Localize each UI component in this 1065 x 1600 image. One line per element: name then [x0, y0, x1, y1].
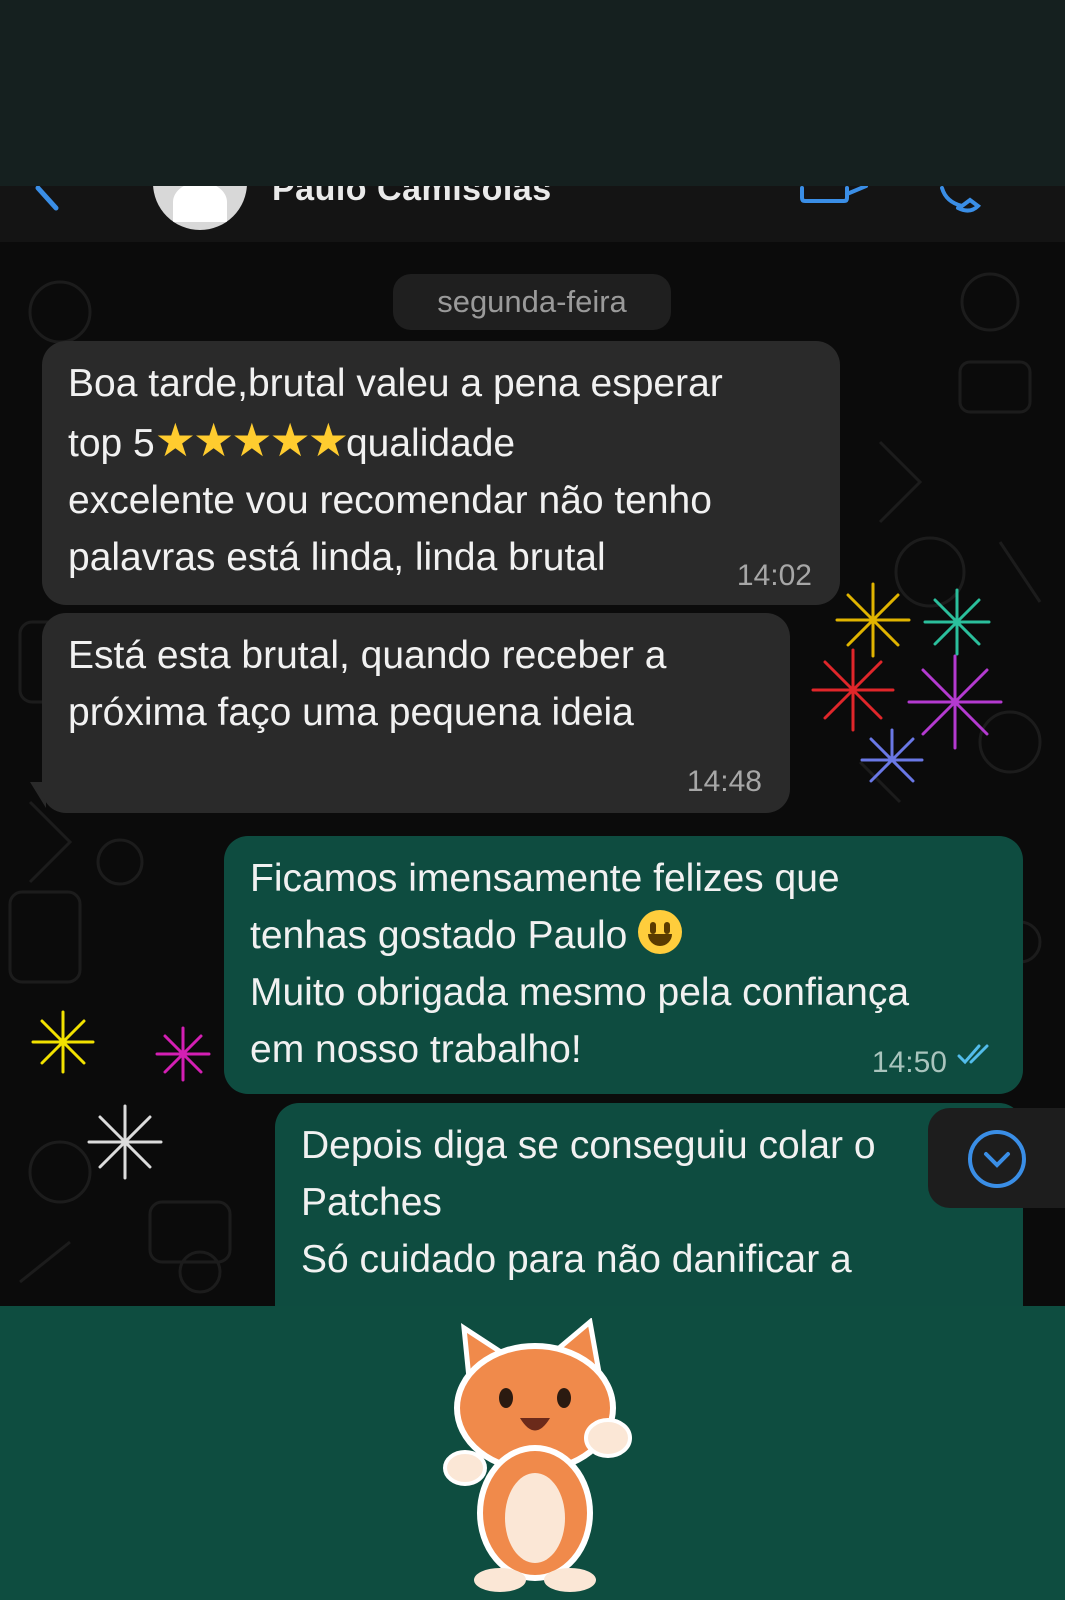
chat-header: Paulo Camisolas	[0, 186, 1065, 242]
chat-area[interactable]: segunda-feira Boa tarde,brutal valeu a p…	[0, 242, 1065, 1306]
back-arrow-icon[interactable]	[32, 186, 72, 216]
sticker-panel	[0, 1306, 1065, 1600]
voice-call-icon[interactable]	[940, 186, 990, 216]
cat-waving-sticker	[443, 1318, 632, 1592]
avatar[interactable]	[153, 186, 247, 230]
fireworks-decoration	[31, 582, 1003, 1180]
status-area	[0, 0, 1065, 186]
video-call-icon[interactable]	[800, 186, 870, 212]
contact-name[interactable]: Paulo Camisolas	[272, 186, 552, 209]
